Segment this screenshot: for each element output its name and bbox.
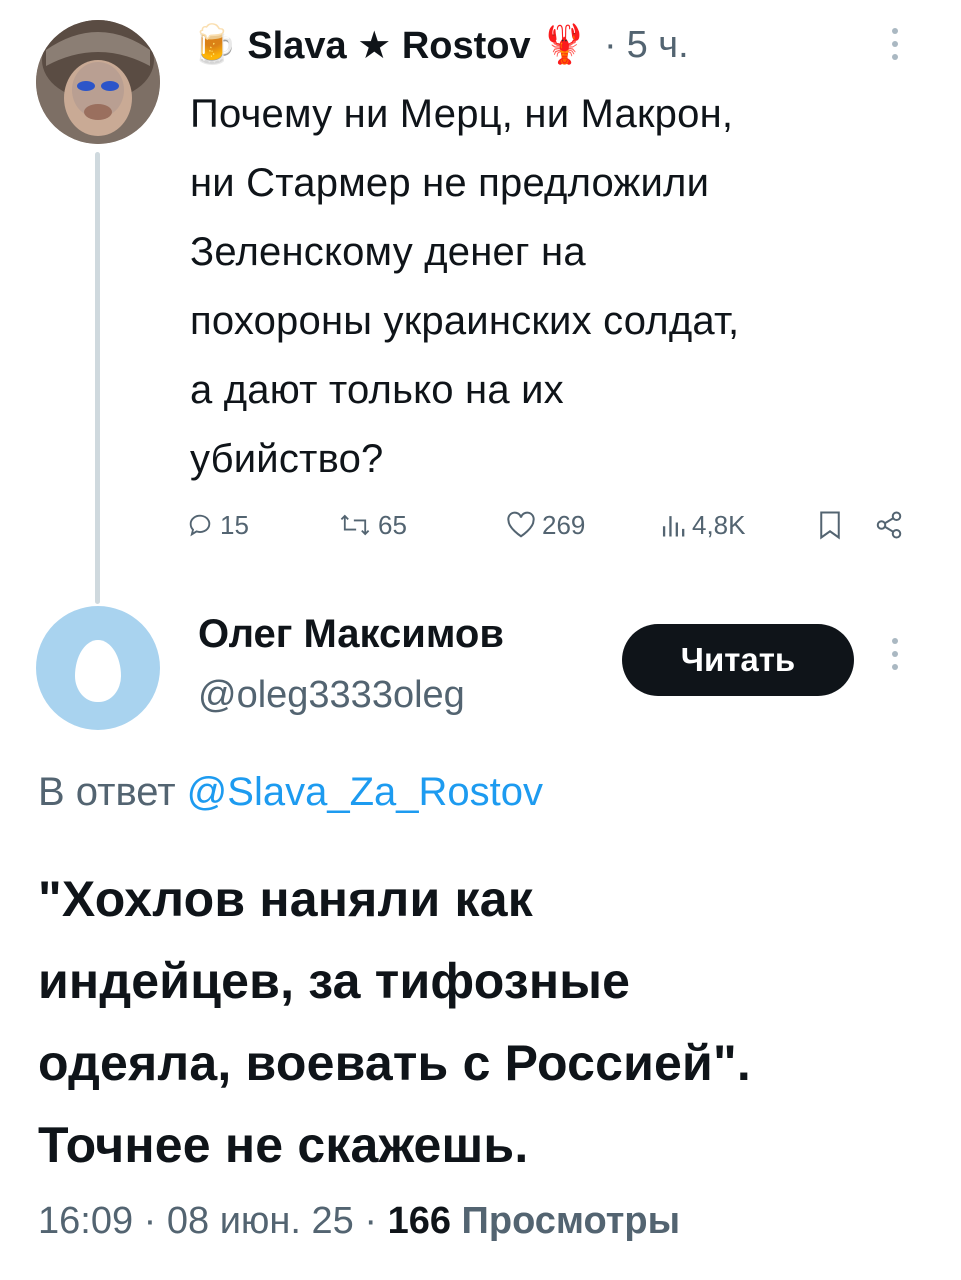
reply-to-prefix: В ответ [38,770,176,814]
reply-count: 15 [220,509,249,540]
repost-icon [340,514,370,536]
bookmark-icon [820,511,840,540]
parent-author-avatar[interactable] [36,20,160,144]
reply-text-line: "Хохлов наняли как [38,871,534,927]
default-egg-avatar-icon [75,640,121,702]
reply-text-line: индейцев, за тифозные [38,953,631,1009]
repost-action[interactable]: 65 [338,502,407,548]
reply-author-handle[interactable]: @oleg3333oleg [198,674,465,717]
avatar-photo-icon [36,20,160,144]
heart-icon [507,511,535,538]
like-count: 269 [542,509,586,540]
parent-text-line: ни Стармер не предложили [190,161,710,205]
parent-more-options-icon[interactable] [892,28,898,67]
reply-views-label: Просмотры [461,1200,681,1242]
parent-tweet-header: 🍺 Slava ★ Rostov 🦞 · 5 ч. [190,20,920,70]
reply-tweet-meta: 16:09 · 08 июн. 25 · 166 Просмотры [38,1200,680,1243]
reply-tweet-text: "Хохлов наняли как индейцев, за тифозные… [38,858,928,1186]
thread-connector-line [95,152,100,604]
views-count: 4,8K [692,509,746,540]
repost-count: 65 [378,509,407,540]
meta-separator: · [143,1200,157,1242]
follow-button[interactable]: Читать [622,624,854,696]
bookmark-action[interactable] [818,502,842,548]
parent-tweet-text: Почему ни Мерц, ни Макрон, ни Стармер не… [190,80,930,494]
reply-to-mention-link[interactable]: @Slava_Za_Rostov [187,770,543,814]
parent-action-bar: 15 65 269 4,8K [186,502,916,548]
parent-text-line: а дают только на их [190,368,564,412]
share-icon [876,511,902,539]
reply-icon [189,514,211,537]
beer-emoji-icon: 🍺 [190,24,238,66]
parent-text-line: Зеленскому денег на [190,230,586,274]
lobster-emoji-icon: 🦞 [540,24,588,66]
parent-text-line: убийство? [190,437,384,481]
reply-date[interactable]: 08 июн. 25 [167,1200,354,1242]
parent-tweet-time[interactable]: 5 ч. [627,24,689,67]
reply-views-count: 166 [387,1200,451,1242]
parent-text-line: похороны украинских солдат, [190,299,740,343]
share-action[interactable] [874,502,904,548]
parent-text-line: Почему ни Мерц, ни Макрон, [190,92,734,136]
reply-text-line: Точнее не скажешь. [38,1117,529,1173]
reply-author-avatar[interactable] [36,606,160,730]
reply-time[interactable]: 16:09 [38,1200,133,1242]
reply-text-line: одеяла, воевать с Россией". [38,1035,751,1091]
tweet-thread: 🍺 Slava ★ Rostov 🦞 · 5 ч. Почему ни Мерц… [0,0,961,1280]
like-action[interactable]: 269 [506,502,585,548]
meta-separator: · [364,1200,378,1242]
reply-more-options-icon[interactable] [892,638,898,677]
analytics-icon [662,516,685,537]
reply-author-name[interactable]: Олег Максимов [198,612,504,657]
parent-author-name[interactable]: Slava ★ Rostov [247,23,530,68]
views-action[interactable]: 4,8K [660,502,746,548]
parent-separator: · [603,23,617,66]
reply-action[interactable]: 15 [186,502,249,548]
reply-to-line: В ответ @Slava_Za_Rostov [38,770,543,815]
